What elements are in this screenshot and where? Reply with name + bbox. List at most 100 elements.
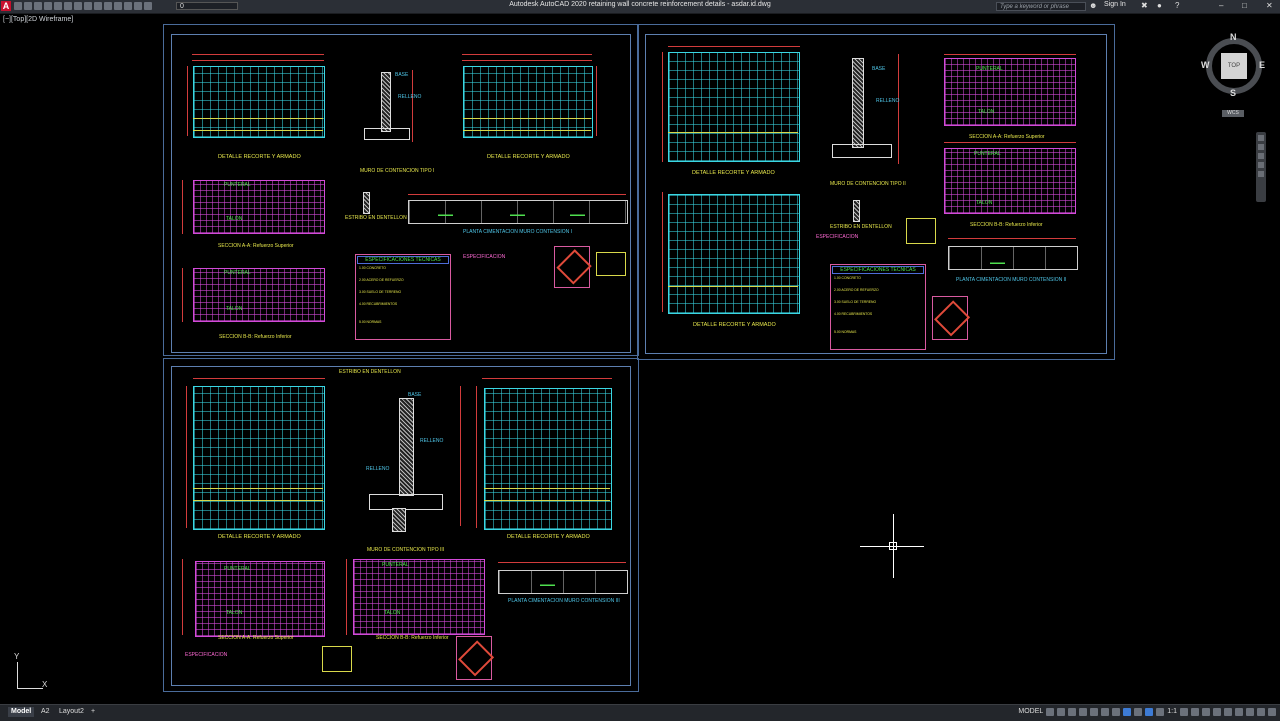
- zoom-icon[interactable]: [1258, 153, 1264, 159]
- caption: PLANTA CIMENTACION MURO CONTENSION III: [508, 598, 620, 604]
- ortho-icon[interactable]: [1068, 708, 1077, 716]
- object-snap-icon[interactable]: [1112, 708, 1121, 716]
- spec-table: ESPECIFICACIONES TECNICAS 1.00 CONCRETO …: [830, 264, 926, 350]
- lineweight-icon[interactable]: [1123, 708, 1132, 716]
- footing-section: [369, 494, 443, 510]
- company-logo: [554, 246, 592, 288]
- spec-note: ESPECIFICACION: [816, 234, 859, 240]
- model-space-toggle[interactable]: MODEL: [1018, 708, 1043, 716]
- callout: RELLENO: [876, 98, 900, 104]
- estribo-shape: [853, 200, 860, 222]
- workspace-gear-icon[interactable]: [1180, 708, 1188, 716]
- transparency-icon[interactable]: [1134, 708, 1143, 716]
- punteral-label: PUNTERAL: [224, 270, 251, 276]
- talon-label: TALON: [226, 610, 243, 616]
- rebar-mark: ▬▬▬: [540, 582, 555, 588]
- caption: DETALLE RECORTE Y ARMADO: [507, 534, 590, 540]
- hardware-acceleration-icon[interactable]: [1246, 708, 1254, 716]
- steering-wheel-icon[interactable]: [1258, 135, 1264, 141]
- showmotion-icon[interactable]: [1258, 171, 1264, 177]
- rebar-mark: ▬▬▬: [570, 212, 585, 218]
- status-bar: Model A2 Layout2 + MODEL 1:1: [0, 704, 1280, 721]
- ucs-y-label: Y: [14, 652, 20, 661]
- punteral-label: PUNTERAL: [976, 66, 1003, 72]
- drawing-canvas[interactable]: DETALLE RECORTE Y ARMADO BASE RELLENO MU…: [0, 14, 1280, 704]
- section-b-grid: [193, 268, 325, 322]
- annotation-visibility-icon[interactable]: [1145, 708, 1154, 716]
- caption: PLANTA CIMENTACION MURO CONTENSION I: [463, 229, 572, 235]
- customization-menu-icon[interactable]: [1268, 708, 1276, 716]
- caption: ESTRIBO EN DENTELLON: [339, 369, 401, 375]
- auto-scale-icon[interactable]: [1156, 708, 1165, 716]
- snap-icon[interactable]: [1057, 708, 1066, 716]
- compass-south[interactable]: S: [1230, 88, 1236, 98]
- caption: DETALLE RECORTE Y ARMADO: [218, 534, 301, 540]
- clean-screen-icon[interactable]: [1257, 708, 1265, 716]
- minimize-icon[interactable]: –: [1219, 1, 1223, 10]
- tab-model[interactable]: Model: [8, 707, 35, 717]
- compass-west[interactable]: W: [1201, 60, 1210, 70]
- tab-layout2[interactable]: Layout2: [56, 707, 87, 717]
- talon-label: TALON: [384, 610, 401, 616]
- detail-elevation: [668, 194, 800, 314]
- cursor-pickbox: [889, 542, 897, 550]
- orbit-icon[interactable]: [1258, 162, 1264, 168]
- company-logo: [456, 636, 495, 680]
- pan-icon[interactable]: [1258, 144, 1264, 150]
- ucs-y-axis: [17, 662, 18, 688]
- tab-a2[interactable]: A2: [38, 707, 53, 717]
- annotation-monitor-icon[interactable]: [1191, 708, 1199, 716]
- close-icon[interactable]: ✕: [1266, 1, 1273, 10]
- caption: SECCION B-B: Refuerzo Inferior: [970, 222, 1043, 228]
- viewcube-top-face[interactable]: TOP: [1221, 53, 1247, 79]
- compass-north[interactable]: N: [1230, 32, 1237, 42]
- polar-icon[interactable]: [1079, 708, 1088, 716]
- caption: SECCION A-A: Refuerzo Superior: [218, 635, 294, 641]
- section-a-grid: [944, 58, 1076, 126]
- caption: SECCION B-B: Refuerzo Inferior: [219, 334, 292, 340]
- caption: SECCION A-A: Refuerzo Superior: [969, 134, 1045, 140]
- callout: BASE: [395, 72, 409, 78]
- add-layout-button[interactable]: +: [88, 707, 98, 717]
- ucs-x-axis: [17, 688, 43, 689]
- maximize-icon[interactable]: □: [1242, 1, 1247, 10]
- callout: BASE: [872, 66, 886, 72]
- wall-section: [852, 58, 864, 148]
- annotation-scale[interactable]: 1:1: [1167, 708, 1177, 716]
- ucs-x-label: X: [42, 680, 48, 689]
- section-b-grid: [944, 148, 1076, 214]
- help-icon[interactable]: ?: [1175, 1, 1179, 10]
- dentellon: [392, 508, 406, 532]
- rebar-table: [596, 252, 626, 276]
- isodraft-icon[interactable]: [1090, 708, 1099, 716]
- search-input[interactable]: Type a keyword or phrase: [996, 2, 1086, 11]
- object-snap-tracking-icon[interactable]: [1101, 708, 1110, 716]
- punteral-label: PUNTERAL: [974, 151, 1001, 157]
- autodesk-account-icon[interactable]: ●: [1157, 1, 1162, 10]
- company-logo: [932, 296, 971, 340]
- navigation-bar: [1256, 132, 1266, 202]
- lock-ui-icon[interactable]: [1224, 708, 1232, 716]
- caption: DETALLE RECORTE Y ARMADO: [693, 322, 776, 328]
- sign-in-link[interactable]: Sign In: [1104, 1, 1126, 8]
- wcs-menu[interactable]: WCS: [1222, 110, 1244, 117]
- section-b-grid: [353, 559, 485, 635]
- quick-properties-icon[interactable]: [1213, 708, 1221, 716]
- footing-section: [832, 144, 892, 158]
- units-icon[interactable]: [1202, 708, 1210, 716]
- punteral-label: PUNTERAL: [382, 562, 409, 568]
- callout: RELLENO: [366, 466, 390, 472]
- section-a-grid: [195, 561, 325, 637]
- talon-label: TALON: [226, 306, 243, 312]
- status-toggles: MODEL 1:1: [1018, 708, 1276, 716]
- isolate-objects-icon[interactable]: [1235, 708, 1243, 716]
- exchange-icon[interactable]: ✖: [1141, 1, 1148, 10]
- compass-east[interactable]: E: [1259, 60, 1265, 70]
- callout: RELLENO: [420, 438, 444, 444]
- grid-icon[interactable]: [1046, 708, 1055, 716]
- user-icon[interactable]: ☻: [1089, 1, 1097, 10]
- caption: DETALLE RECORTE Y ARMADO: [692, 170, 775, 176]
- rebar-table: [322, 646, 352, 672]
- caption: ESTRIBO EN DENTELLON: [830, 224, 892, 230]
- spec-table: ESPECIFICACIONES TECNICAS 1.00 CONCRETO …: [355, 254, 451, 340]
